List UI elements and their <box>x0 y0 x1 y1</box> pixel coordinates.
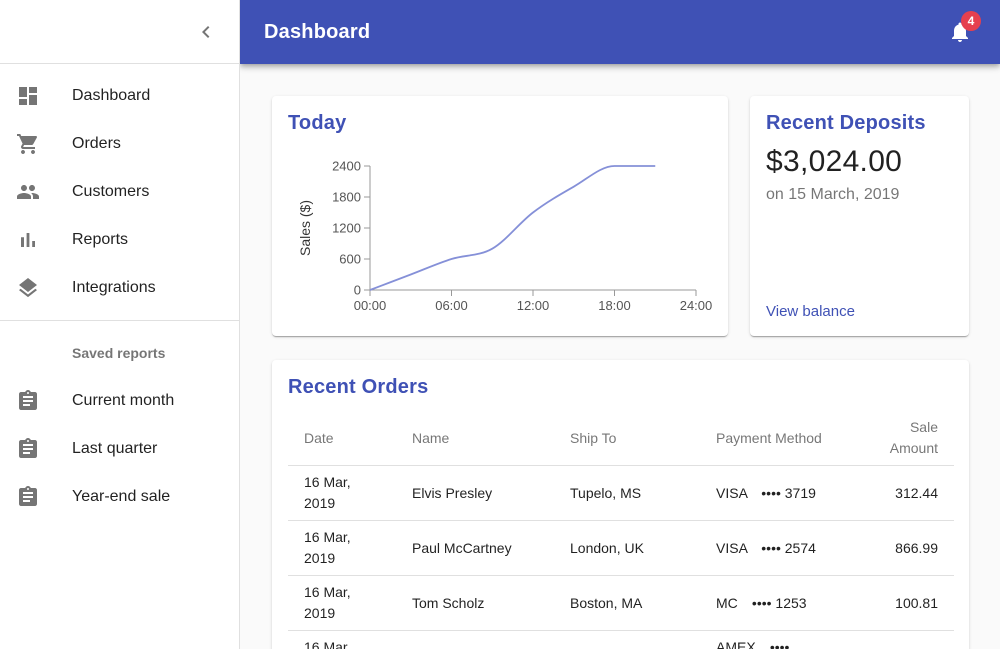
svg-text:Sales ($): Sales ($) <box>297 200 313 256</box>
order-payment: MC ⠀•••• 1253 <box>700 575 866 631</box>
dashboard-app: Dashboard Orders Customers Reports Integrati… <box>0 0 1000 649</box>
order-date: 16 Mar, 2019 <box>288 465 396 521</box>
order-ship-to <box>554 630 700 649</box>
sidebar-item-orders[interactable]: Orders <box>0 120 239 168</box>
assignment-icon <box>16 437 72 461</box>
dashboard-icon <box>16 84 72 108</box>
bar-chart-icon <box>16 228 72 252</box>
orders-table-header-row: Date Name Ship To Payment Method Sale Amount <box>288 411 954 466</box>
order-ship-to: London, UK <box>554 520 700 576</box>
order-payment: VISA ⠀•••• 2574 <box>700 520 866 576</box>
sidebar-item-current-month[interactable]: Current month <box>0 377 239 425</box>
svg-text:0: 0 <box>354 283 361 298</box>
chevron-left-icon <box>202 25 210 38</box>
table-row: 16 Mar, 2019 Elvis Presley Tupelo, MS VISA … <box>288 465 954 521</box>
sidebar-item-year-end-sale[interactable]: Year-end sale <box>0 473 239 521</box>
sidebar-main-list: Dashboard Orders Customers Reports Integrati… <box>0 64 239 320</box>
orders-table: Date Name Ship To Payment Method Sale Amount… <box>288 411 954 649</box>
sidebar: Dashboard Orders Customers Reports Integrati… <box>0 0 240 649</box>
main-content: Today 0 600 1200 1800 2400 00:00 06:00 12:00 18:… <box>240 64 1000 649</box>
deposit-amount: $3,024.00 <box>766 145 903 178</box>
today-card: Today 0 600 1200 1800 2400 00:00 06:00 12:00 18:… <box>272 96 728 336</box>
saved-reports-subheader: Saved reports <box>72 345 166 361</box>
order-amount <box>866 630 954 649</box>
column-header: Date <box>288 411 396 466</box>
svg-text:00:00: 00:00 <box>354 298 387 313</box>
collapse-sidebar-button[interactable] <box>182 8 230 56</box>
sidebar-item-label: Orders <box>72 135 121 152</box>
svg-text:24:00: 24:00 <box>680 298 713 313</box>
sidebar-item-label: Current month <box>72 392 175 409</box>
sidebar-header <box>0 0 239 64</box>
page-title: Dashboard <box>264 20 371 43</box>
order-date: 16 Mar, 2019 <box>288 520 396 576</box>
assignment-icon <box>16 485 72 509</box>
sidebar-item-label: Last quarter <box>72 440 158 457</box>
shopping-cart-icon <box>16 132 72 156</box>
recent-deposits-title: Recent Deposits <box>766 112 926 134</box>
recent-deposits-card: Recent Deposits $3,024.00 on 15 March, 2… <box>750 96 969 336</box>
table-row: 16 Mar, 2019 Paul McCartney London, UK VISA… <box>288 520 954 576</box>
recent-orders-card: Recent Orders Date Name Ship To Payment Met… <box>272 360 969 649</box>
assignment-icon <box>16 389 72 413</box>
sidebar-item-customers[interactable]: Customers <box>0 168 239 216</box>
sidebar-item-dashboard[interactable]: Dashboard <box>0 72 239 120</box>
svg-text:06:00: 06:00 <box>435 298 468 313</box>
sidebar-item-label: Reports <box>72 231 129 248</box>
sidebar-item-label: Dashboard <box>72 87 151 104</box>
sidebar-saved-reports-list: Saved reports Current month Last quarter Y… <box>0 321 239 529</box>
sidebar-item-label: Year-end sale <box>72 488 171 505</box>
people-icon <box>16 180 72 204</box>
sidebar-item-label: Integrations <box>72 279 156 296</box>
order-date: 16 Mar, 2019 <box>288 630 396 649</box>
today-title: Today <box>288 112 347 134</box>
order-amount: 866.99 <box>866 520 954 576</box>
order-name: Paul McCartney <box>396 520 554 576</box>
sidebar-item-integrations[interactable]: Integrations <box>0 264 239 312</box>
order-amount: 100.81 <box>866 575 954 631</box>
view-balance-link[interactable]: View balance <box>766 303 953 320</box>
table-row: 16 Mar, 2019 Tom Scholz Boston, MA MC ⠀••••… <box>288 575 954 631</box>
sidebar-item-last-quarter[interactable]: Last quarter <box>0 425 239 473</box>
deposit-date: on 15 March, 2019 <box>766 186 900 203</box>
svg-text:12:00: 12:00 <box>517 298 550 313</box>
svg-text:1800: 1800 <box>332 190 361 205</box>
column-header: Sale Amount <box>866 411 954 466</box>
svg-text:2400: 2400 <box>332 159 361 174</box>
order-payment: VISA ⠀•••• 3719 <box>700 465 866 521</box>
table-row: 16 Mar, 2019 AMEX ⠀•••• <box>288 630 954 649</box>
sales-line-chart: 0 600 1200 1800 2400 00:00 06:00 12:00 18:00 24:0… <box>297 159 713 314</box>
layers-icon <box>16 276 72 300</box>
column-header: Ship To <box>554 411 700 466</box>
sidebar-item-label: Customers <box>72 183 150 200</box>
order-amount: 312.44 <box>866 465 954 521</box>
app-bar: Dashboard 4 <box>240 0 1000 64</box>
svg-text:1200: 1200 <box>332 221 361 236</box>
sidebar-item-reports[interactable]: Reports <box>0 216 239 264</box>
notifications-button[interactable]: 4 <box>936 8 984 56</box>
recent-orders-title: Recent Orders <box>288 376 429 398</box>
svg-text:600: 600 <box>339 252 361 267</box>
order-ship-to: Tupelo, MS <box>554 465 700 521</box>
order-name: Tom Scholz <box>396 575 554 631</box>
column-header: Name <box>396 411 554 466</box>
svg-text:18:00: 18:00 <box>598 298 631 313</box>
order-ship-to: Boston, MA <box>554 575 700 631</box>
order-date: 16 Mar, 2019 <box>288 575 396 631</box>
column-header: Payment Method <box>700 411 866 466</box>
notifications-badge: 4 <box>961 11 981 31</box>
order-name <box>396 630 554 649</box>
order-name: Elvis Presley <box>396 465 554 521</box>
order-payment: AMEX ⠀•••• <box>700 630 866 649</box>
